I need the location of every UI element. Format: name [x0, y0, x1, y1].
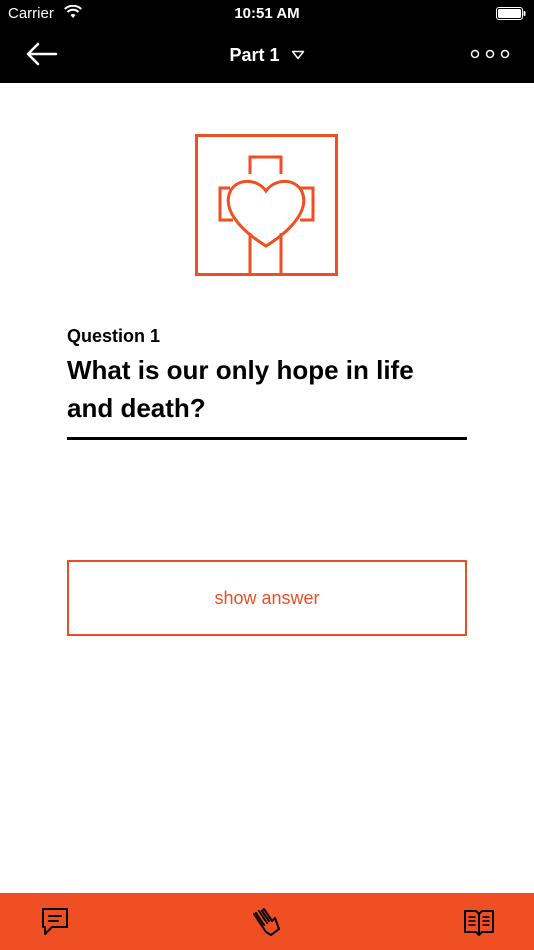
tab-chat[interactable] — [38, 905, 72, 939]
part-selector[interactable]: Part 1 — [0, 44, 534, 66]
divider — [67, 437, 467, 440]
nav-bar: Part 1 — [0, 28, 534, 83]
battery-icon — [496, 7, 526, 20]
header: Carrier 10:51 AM Part 1 — [0, 0, 534, 83]
more-dots-icon — [470, 49, 510, 59]
part-title: Part 1 — [229, 44, 280, 65]
content: Question 1 What is our only hope in life… — [0, 83, 534, 893]
status-bar: Carrier 10:51 AM — [0, 0, 534, 28]
show-answer-button[interactable]: show answer — [67, 560, 467, 636]
more-button[interactable] — [470, 42, 510, 66]
question-number: Question 1 — [67, 326, 161, 346]
chevron-down-icon — [291, 51, 304, 60]
open-book-icon — [464, 910, 494, 936]
cross-heart-logo — [195, 134, 338, 276]
speech-bubble-icon — [42, 908, 68, 935]
question-text: What is our only hope in life and death? — [67, 355, 414, 423]
tab-bar — [0, 893, 534, 950]
status-time: 10:51 AM — [234, 5, 300, 22]
praying-hands-icon — [253, 908, 280, 936]
tab-pray[interactable] — [250, 905, 284, 939]
tab-book[interactable] — [462, 905, 496, 939]
